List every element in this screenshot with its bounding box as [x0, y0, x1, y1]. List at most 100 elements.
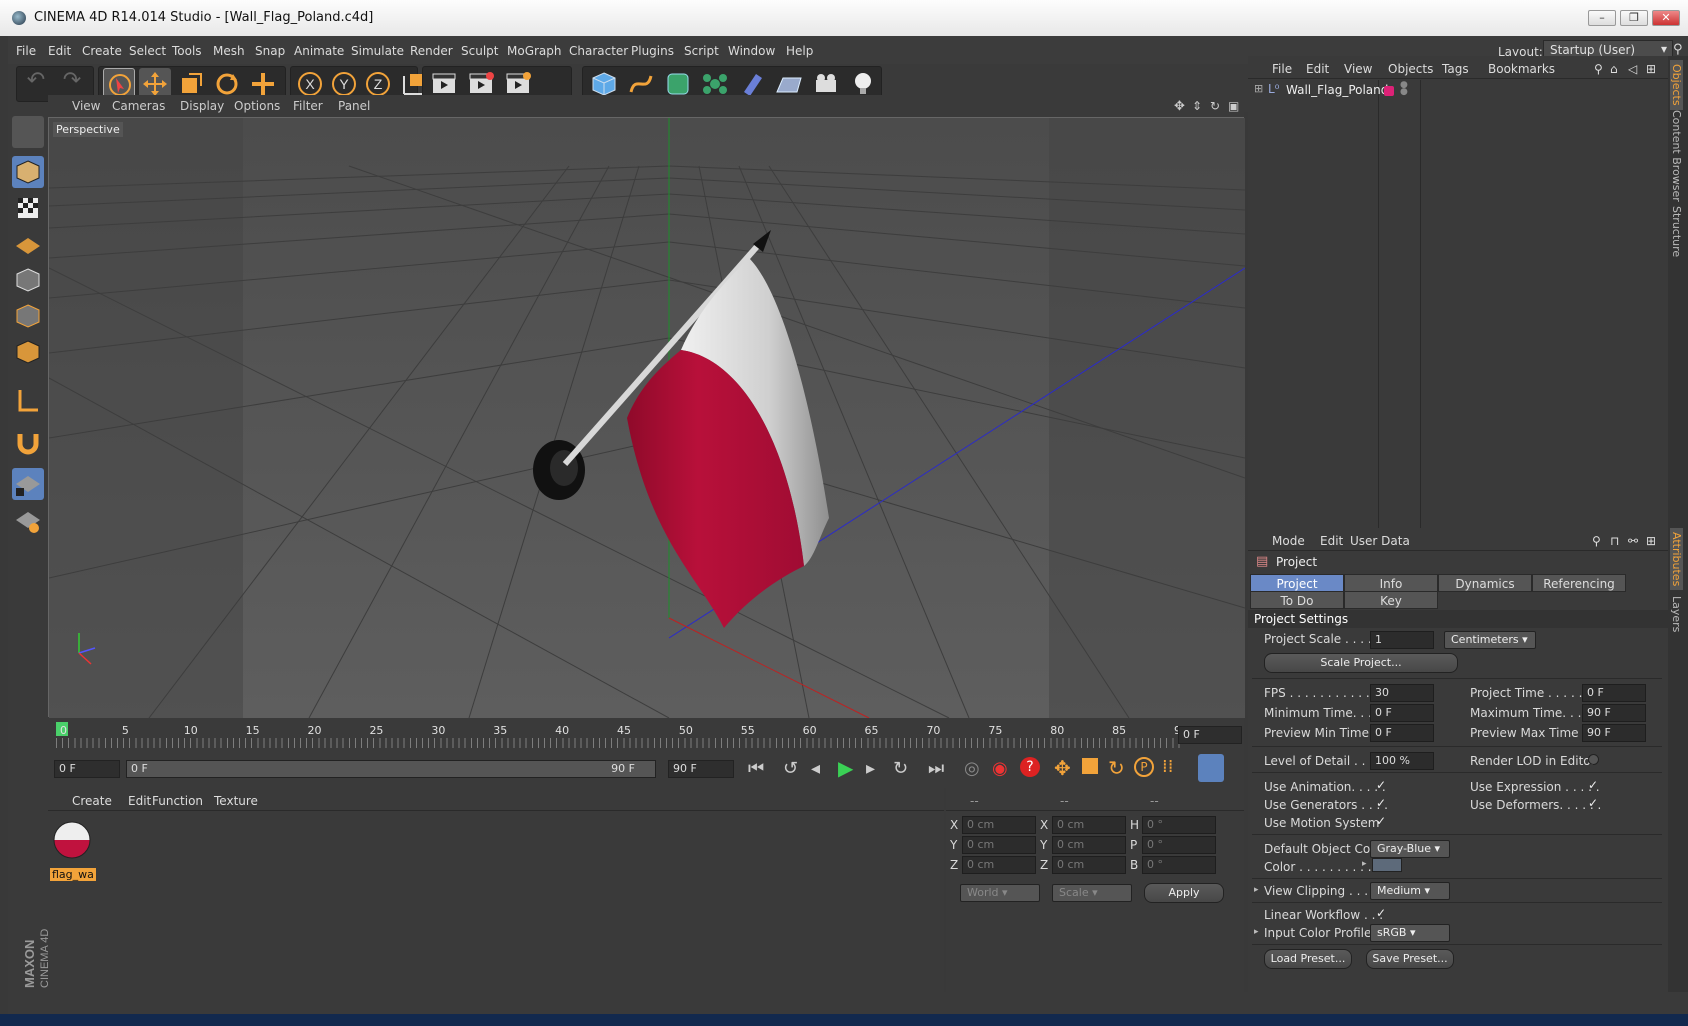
visibility-dots[interactable]: ● ●: [1400, 81, 1408, 97]
pan-icon[interactable]: ✥: [1174, 99, 1185, 114]
edges-mode-icon[interactable]: [12, 300, 44, 332]
points-mode-icon[interactable]: [12, 264, 44, 296]
menu-edit[interactable]: Edit: [48, 44, 71, 58]
viewport-menu-filter[interactable]: Filter: [293, 99, 323, 113]
viewport-menu-options[interactable]: Options: [234, 99, 280, 113]
menu-window[interactable]: Window: [728, 44, 775, 58]
new-panel-icon[interactable]: ⊞: [1646, 62, 1656, 76]
use-animation-checkbox[interactable]: ✓: [1376, 778, 1386, 792]
link-icon[interactable]: ⚯: [1628, 534, 1638, 548]
key-parameter-icon[interactable]: P: [1134, 757, 1154, 777]
menu-simulate[interactable]: Simulate: [351, 44, 404, 58]
side-tab-objects[interactable]: Objects: [1670, 60, 1683, 110]
material-name[interactable]: flag_wa: [50, 868, 96, 881]
key-position-icon[interactable]: ✥: [1054, 756, 1071, 780]
menu-plugins[interactable]: Plugins: [631, 44, 674, 58]
keyframe-selection-icon[interactable]: ?: [1020, 757, 1040, 777]
enable-axis-icon[interactable]: [12, 384, 44, 416]
coord-value-field[interactable]: 0 °: [1142, 856, 1216, 874]
menu-select[interactable]: Select: [129, 44, 166, 58]
menu-file[interactable]: File: [16, 44, 36, 58]
objects-menu-file[interactable]: File: [1272, 62, 1292, 76]
expand-icon[interactable]: ⊞: [1254, 82, 1263, 95]
texture-mode-icon[interactable]: [12, 192, 44, 224]
menu-snap[interactable]: Snap: [255, 44, 285, 58]
save-preset-button[interactable]: Save Preset...: [1366, 949, 1454, 969]
scale-unit-dropdown[interactable]: Centimeters ▾: [1444, 631, 1536, 649]
coord-value-field[interactable]: 0 cm: [1052, 856, 1126, 874]
objects-menu-objects[interactable]: Objects: [1388, 62, 1433, 76]
attr-menu-mode[interactable]: Mode: [1272, 534, 1305, 548]
maximize-view-icon[interactable]: ▣: [1228, 99, 1239, 113]
material-menu-create[interactable]: Create: [72, 794, 112, 808]
lock-icon[interactable]: ⊓: [1610, 534, 1619, 548]
home-icon[interactable]: ⌂: [1610, 62, 1618, 76]
viewport-menu-cameras[interactable]: Cameras: [112, 99, 165, 113]
timeline-layout-icon[interactable]: [1198, 754, 1224, 782]
tab-to-do[interactable]: To Do: [1250, 591, 1344, 609]
viewport-menu-display[interactable]: Display: [180, 99, 224, 113]
viewport-menu-panel[interactable]: Panel: [338, 99, 370, 113]
workplane-icon[interactable]: [12, 228, 44, 260]
linear-workflow-checkbox[interactable]: ✓: [1376, 906, 1386, 920]
preview-min-input[interactable]: 0 F: [1370, 724, 1434, 742]
expand-arrow-icon[interactable]: ▸: [1362, 859, 1367, 869]
autokey-icon[interactable]: ◉: [992, 758, 1008, 779]
previous-frame-icon[interactable]: ◂: [811, 758, 820, 779]
material-swatch[interactable]: [50, 818, 94, 866]
menu-create[interactable]: Create: [82, 44, 122, 58]
attr-menu-edit[interactable]: Edit: [1320, 534, 1343, 548]
layer-color-swatch[interactable]: [1384, 86, 1394, 96]
scale-project-button[interactable]: Scale Project...: [1264, 653, 1458, 673]
next-frame-icon[interactable]: ▸: [866, 758, 875, 779]
expand-arrow-icon[interactable]: ▸: [1254, 927, 1259, 937]
menu-tools[interactable]: Tools: [172, 44, 202, 58]
go-to-start-icon[interactable]: ⏮: [748, 758, 764, 779]
tab-key-interpolation[interactable]: Key Interpolation: [1344, 591, 1438, 626]
objects-menu-edit[interactable]: Edit: [1306, 62, 1329, 76]
objects-menu-bookmarks[interactable]: Bookmarks: [1488, 62, 1555, 76]
record-keys-icon[interactable]: ◎: [964, 758, 980, 779]
material-menu-texture[interactable]: Texture: [214, 794, 258, 808]
coord-value-field[interactable]: 0 cm: [962, 816, 1036, 834]
next-key-icon[interactable]: ↻: [893, 758, 908, 779]
use-deformers-checkbox[interactable]: ✓: [1588, 796, 1598, 810]
use-generators-checkbox[interactable]: ✓: [1376, 796, 1386, 810]
locked-workplane-icon[interactable]: [12, 468, 44, 500]
size-mode-dropdown[interactable]: Scale ▾: [1052, 884, 1132, 902]
end-frame-field[interactable]: 90 F: [668, 760, 734, 778]
play-icon[interactable]: ▶: [838, 756, 853, 780]
coord-value-field[interactable]: 0 cm: [1052, 836, 1126, 854]
side-tab-structure[interactable]: Structure: [1670, 206, 1683, 257]
min-time-input[interactable]: 0 F: [1370, 704, 1434, 722]
apply-button[interactable]: Apply: [1144, 883, 1224, 903]
coord-value-field[interactable]: 0 °: [1142, 816, 1216, 834]
menu-script[interactable]: Script: [684, 44, 719, 58]
color-swatch[interactable]: [1372, 858, 1402, 872]
preview-range-slider[interactable]: 0 F 90 F: [126, 760, 656, 778]
lod-input[interactable]: 100 %: [1370, 752, 1434, 770]
side-tab-attributes[interactable]: Attributes: [1670, 528, 1683, 591]
timeline-ruler[interactable]: 051015202530354045505560657075808590 0 F: [48, 718, 1244, 752]
tab-project-settings[interactable]: Project Settings: [1250, 574, 1344, 609]
search-icon[interactable]: ⚲: [1673, 42, 1683, 57]
max-time-input[interactable]: 90 F: [1582, 704, 1646, 722]
object-mode-icon[interactable]: [12, 156, 44, 188]
minimize-button[interactable]: –: [1588, 10, 1616, 26]
up-icon[interactable]: ◁: [1628, 62, 1637, 76]
use-expression-checkbox[interactable]: ✓: [1588, 778, 1598, 792]
view-clipping-dropdown[interactable]: Medium ▾: [1370, 882, 1450, 900]
polygons-mode-icon[interactable]: [12, 336, 44, 368]
input-color-profile-dropdown[interactable]: sRGB ▾: [1370, 924, 1450, 942]
tab-dynamics[interactable]: Dynamics: [1438, 574, 1532, 592]
search-icon[interactable]: ⚲: [1594, 62, 1603, 76]
menu-sculpt[interactable]: Sculpt: [461, 44, 498, 58]
current-frame-field[interactable]: 0 F: [1178, 726, 1242, 744]
objects-menu-view[interactable]: View: [1344, 62, 1372, 76]
coord-value-field[interactable]: 0 cm: [962, 856, 1036, 874]
load-preset-button[interactable]: Load Preset...: [1264, 949, 1352, 969]
close-button[interactable]: ✕: [1652, 10, 1680, 26]
search-icon[interactable]: ⚲: [1592, 534, 1601, 548]
menu-render[interactable]: Render: [410, 44, 453, 58]
menu-character[interactable]: Character: [569, 44, 628, 58]
